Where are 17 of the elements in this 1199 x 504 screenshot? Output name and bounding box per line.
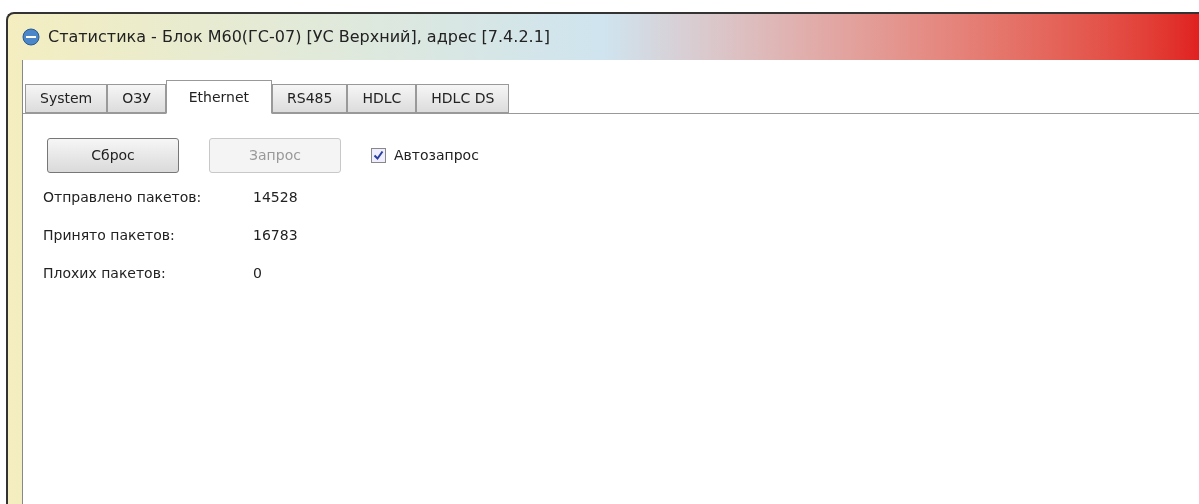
tab[interactable]: ОЗУ <box>107 84 166 113</box>
window-title: Статистика - Блок М60(ГС-07) [УС Верхний], адрес [7.4.2.1] <box>48 26 551 48</box>
stat-value: 14528 <box>253 188 298 207</box>
autorequest-label: Автозапрос <box>394 146 479 165</box>
tab[interactable]: RS485 <box>272 84 348 113</box>
tab[interactable]: System <box>25 84 108 113</box>
tab[interactable]: HDLC <box>347 84 417 113</box>
reset-button[interactable]: Сброс <box>47 138 179 173</box>
stat-label: Отправлено пакетов: <box>43 188 203 207</box>
stat-label: Плохих пакетов: <box>43 264 167 283</box>
stat-label: Принято пакетов: <box>43 226 176 245</box>
tab[interactable]: Ethernet <box>165 80 273 114</box>
app-icon <box>22 28 40 46</box>
stat-value: 16783 <box>253 226 298 245</box>
autorequest-checkbox[interactable] <box>371 148 386 163</box>
stat-value: 0 <box>253 264 262 283</box>
tab[interactable]: HDLC DS <box>416 84 510 113</box>
